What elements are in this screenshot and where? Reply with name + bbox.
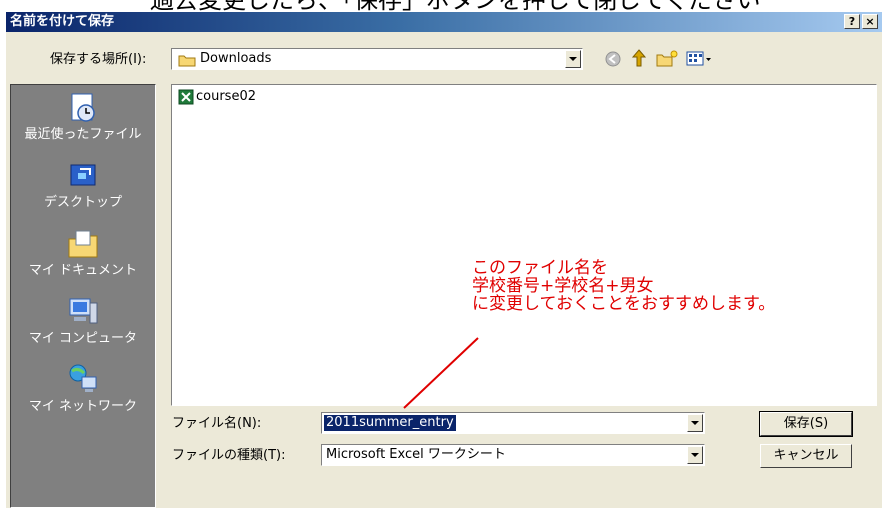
desktop-icon [70, 164, 96, 186]
up-folder-icon[interactable] [630, 48, 648, 68]
filename-field[interactable]: 2011summer_entry [321, 412, 705, 434]
place-desktop[interactable]: デスクトップ [11, 159, 155, 210]
recent-documents-icon [71, 93, 95, 122]
place-label: マイ ネットワーク [28, 399, 138, 414]
places-bar: 最近使ったファイル デスクトップ マイ ドキュメント マイ コンピュータ マイ … [10, 84, 156, 508]
folder-icon [178, 55, 196, 67]
cancel-button[interactable]: キャンセル [760, 444, 852, 468]
filetype-select[interactable]: Microsoft Excel ワークシート [321, 444, 705, 466]
place-label: マイ ドキュメント [28, 263, 138, 278]
annotation-line: このファイル名を [472, 258, 608, 278]
back-icon[interactable] [604, 50, 622, 68]
annotation-line: 学校番号+学校名+男女 [472, 276, 654, 296]
filename-value: 2011summer_entry [324, 415, 456, 431]
place-label: 最近使ったファイル [24, 127, 142, 142]
save-in-combo[interactable]: Downloads [171, 48, 583, 70]
save-as-dialog: 名前を付けて保存 ? × 保存する場所(I): Downloads 最近使ったフ… [6, 12, 882, 508]
place-my-computer[interactable]: マイ コンピュータ [11, 295, 155, 346]
title-bar: 名前を付けて保存 ? × [6, 12, 882, 32]
my-computer-icon [69, 298, 98, 324]
dialog-title: 名前を付けて保存 [10, 14, 115, 29]
place-my-network[interactable]: マイ ネットワーク [11, 363, 155, 414]
excel-file-icon [178, 89, 194, 105]
new-folder-icon[interactable] [656, 50, 678, 68]
annotation-line: に変更しておくことをおすすめします。 [472, 294, 776, 314]
filetype-label: ファイルの種類(T): [172, 448, 286, 463]
annotation-note: このファイル名を 学校番号+学校名+男女 に変更しておくことをおすすめします。 [472, 259, 775, 313]
filename-label: ファイル名(N): [172, 416, 262, 431]
place-label: デスクトップ [43, 195, 122, 210]
file-list[interactable]: course02 [171, 84, 877, 406]
chevron-down-icon[interactable] [565, 50, 581, 68]
file-name: course02 [196, 89, 256, 104]
my-network-icon [69, 364, 97, 392]
chevron-down-icon[interactable] [687, 446, 703, 464]
save-in-value: Downloads [200, 51, 272, 66]
my-documents-icon [68, 230, 98, 258]
help-button[interactable]: ? [844, 14, 860, 29]
save-button[interactable]: 保存(S) [759, 411, 853, 437]
view-menu-icon[interactable] [686, 50, 712, 68]
caption-text: 過去変更したら、「保存」ボタンを押して閉じてください [150, 0, 761, 14]
filetype-value: Microsoft Excel ワークシート [326, 447, 506, 462]
place-recent[interactable]: 最近使ったファイル [11, 91, 155, 142]
annotation-arrow-line [403, 337, 479, 409]
save-in-label: 保存する場所(I): [50, 52, 147, 67]
place-label: マイ コンピュータ [28, 331, 138, 346]
close-button[interactable]: × [862, 14, 878, 29]
place-my-documents[interactable]: マイ ドキュメント [11, 227, 155, 278]
chevron-down-icon[interactable] [687, 414, 703, 432]
